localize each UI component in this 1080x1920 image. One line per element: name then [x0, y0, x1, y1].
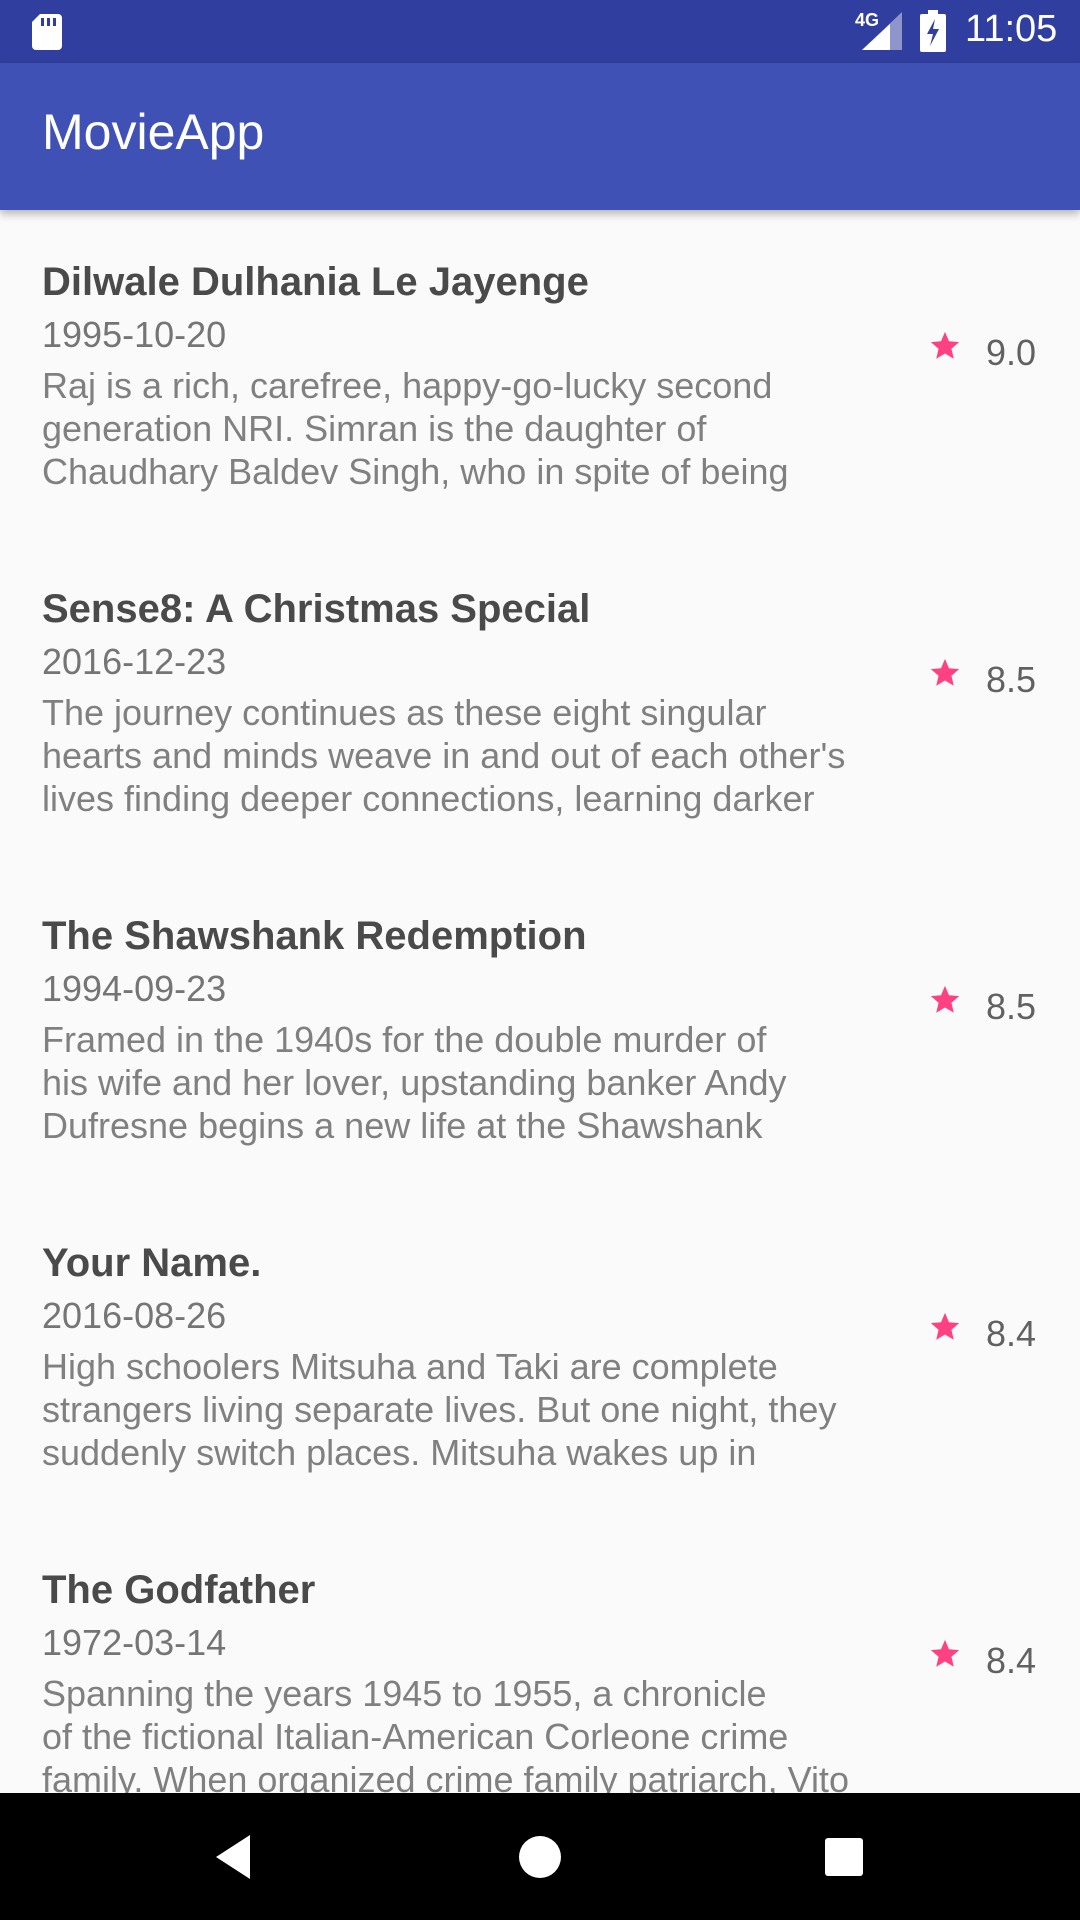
app-bar: MovieApp	[0, 63, 1080, 210]
sd-card-icon	[32, 14, 62, 50]
movie-title: Dilwale Dulhania Le Jayenge	[42, 260, 589, 304]
movie-rating: 8.4	[986, 1313, 1037, 1354]
back-icon[interactable]	[206, 1827, 266, 1887]
movie-list-item[interactable]: The Shawshank Redemption 1994-09-23 Fram…	[0, 864, 1080, 1191]
movie-overview: High schoolers Mitsuha and Taki are comp…	[42, 1346, 837, 1473]
status-bar: 4G 11:05	[0, 0, 1080, 63]
movie-rating: 8.4	[986, 1640, 1037, 1681]
star-icon	[930, 985, 960, 1013]
movie-list[interactable]: Dilwale Dulhania Le Jayenge 1995-10-20 R…	[0, 210, 1080, 1793]
movie-release-date: 1972-03-14	[42, 1622, 227, 1663]
star-icon	[930, 1639, 960, 1667]
navigation-bar	[0, 1793, 1080, 1920]
movie-title: The Shawshank Redemption	[42, 914, 587, 958]
movie-rating: 8.5	[986, 659, 1037, 700]
movie-release-date: 2016-12-23	[42, 641, 227, 682]
star-icon	[930, 658, 960, 686]
movie-list-item[interactable]: The Godfather 1972-03-14 Spanning the ye…	[0, 1518, 1080, 1793]
star-icon	[930, 331, 960, 359]
movie-release-date: 1994-09-23	[42, 968, 227, 1009]
movie-rating: 8.5	[986, 986, 1037, 1027]
movie-title: The Godfather	[42, 1568, 316, 1612]
home-icon[interactable]	[510, 1827, 570, 1887]
movie-release-date: 2016-08-26	[42, 1295, 227, 1336]
movie-overview: Framed in the 1940s for the double murde…	[42, 1019, 787, 1146]
movie-title: Your Name.	[42, 1241, 262, 1285]
star-icon	[930, 1312, 960, 1340]
status-clock: 11:05	[965, 8, 1058, 50]
movie-list-item[interactable]: Sense8: A Christmas Special 2016-12-23 T…	[0, 537, 1080, 864]
movie-release-date: 1995-10-20	[42, 314, 227, 355]
movie-title: Sense8: A Christmas Special	[42, 587, 591, 631]
movie-rating: 9.0	[986, 332, 1037, 373]
app-title: MovieApp	[42, 104, 265, 160]
cell-signal-icon	[862, 12, 902, 50]
recents-icon[interactable]	[814, 1827, 874, 1887]
movie-overview: Spanning the years 1945 to 1955, a chron…	[42, 1673, 849, 1793]
movie-list-item[interactable]: Your Name. 2016-08-26 High schoolers Mit…	[0, 1191, 1080, 1518]
movie-overview: The journey continues as these eight sin…	[42, 692, 846, 819]
movie-list-item[interactable]: Dilwale Dulhania Le Jayenge 1995-10-20 R…	[0, 210, 1080, 537]
battery-charging-icon	[920, 10, 946, 52]
movie-overview: Raj is a rich, carefree, happy-go-lucky …	[42, 365, 789, 492]
